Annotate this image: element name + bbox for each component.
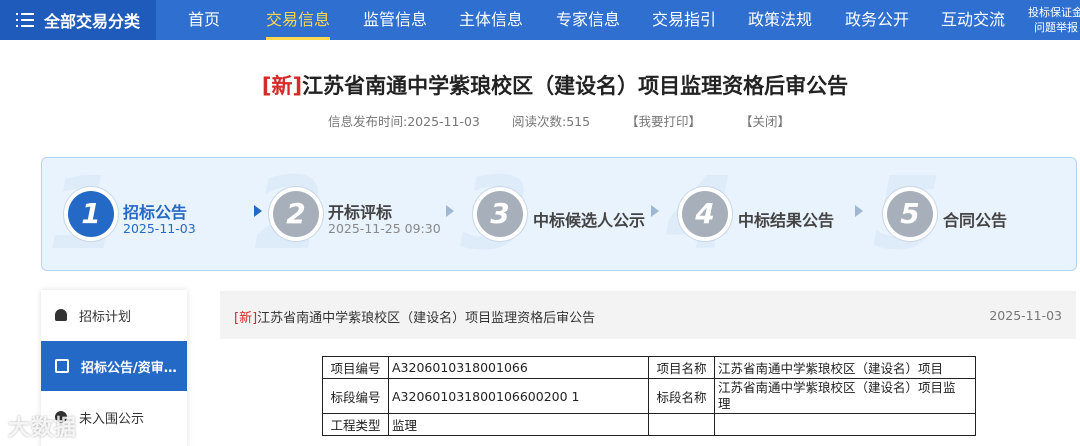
nav-item-policies[interactable]: 政策法规 (748, 0, 812, 40)
page-title: [新]江苏省南通中学紫琅校区（建设名）项目监理资格后审公告 (0, 70, 1080, 100)
publish-time: 信息发布时间:2025-11-03 (328, 114, 480, 129)
sidebar-item-label: 招标公告/资审… (81, 360, 177, 376)
step-arrow-icon (651, 205, 659, 217)
nav-item-trading-info[interactable]: 交易信息 (266, 0, 331, 40)
print-link[interactable]: 【我要打印】 (626, 111, 701, 130)
step-1-circle[interactable]: 1 (68, 191, 114, 237)
new-tag: [新] (261, 74, 303, 98)
nav-item-trading-guide[interactable]: 交易指引 (652, 0, 716, 40)
nav-side-links[interactable]: 投标保证金 问题举报 (1028, 5, 1080, 35)
table-cell (648, 413, 715, 436)
step-4-circle[interactable]: 4 (682, 191, 728, 237)
nav-item-government-affairs[interactable]: 政务公开 (845, 0, 909, 40)
step-2-date: 2025-11-25 09:30 (328, 221, 441, 236)
watermark: 大数据 (8, 416, 78, 441)
table-cell-line: 理 (718, 396, 731, 411)
page-title-text: 江苏省南通中学紫琅校区（建设名）项目监理资格后审公告 (302, 74, 849, 98)
sidebar-item-tender-notice[interactable]: 招标公告/资审… (41, 341, 187, 391)
table-row: 项目编号 A3206010318001066 项目名称 江苏省南通中学紫琅校区（… (322, 356, 976, 379)
sidebar-item-label: 招标计划 (79, 309, 132, 325)
table-cell: A3206010318001066 (388, 356, 649, 379)
new-tag: [新] (234, 311, 258, 326)
table-cell: 标段编号 (322, 378, 389, 414)
table-cell: A320601031800106600200 1 (388, 378, 649, 414)
deposit-link[interactable]: 投标保证金 (1028, 5, 1080, 20)
document-icon (55, 359, 69, 373)
table-cell: 项目编号 (322, 356, 389, 379)
sidebar-item-tender-plan[interactable]: 招标计划 (41, 290, 187, 340)
bell-icon (55, 309, 67, 321)
nav-item-supervision-info[interactable]: 监管信息 (363, 0, 427, 40)
content-title[interactable]: [新]江苏省南通中学紫琅校区（建设名）项目监理资格后审公告 (234, 307, 595, 326)
table-cell: 监理 (388, 413, 649, 436)
project-info-table: 项目编号 A3206010318001066 项目名称 江苏省南通中学紫琅校区（… (322, 356, 976, 436)
all-categories-button[interactable]: 全部交易分类 (0, 0, 156, 40)
report-link[interactable]: 问题举报 (1028, 20, 1080, 35)
step-arrow-icon (446, 205, 454, 217)
process-steps: 1 2 3 4 5 1 招标公告 2025-11-03 2 开标评标 2025-… (41, 157, 1077, 271)
menu-icon (16, 13, 34, 27)
table-cell: 标段名称 (648, 378, 715, 414)
table-cell: 江苏省南通中学紫琅校区（建设名）项目 (714, 356, 976, 379)
sidebar-item-label: 未入围公示 (79, 411, 145, 427)
nav-item-home[interactable]: 首页 (188, 0, 220, 40)
step-arrow-icon (855, 205, 863, 217)
content-header: [新]江苏省南通中学紫琅校区（建设名）项目监理资格后审公告 2025-11-03 (220, 291, 1076, 339)
step-1-date: 2025-11-03 (123, 221, 196, 236)
nav-item-interaction[interactable]: 互动交流 (941, 0, 1005, 40)
table-cell: 江苏省南通中学紫琅校区（建设名）项目监理 (714, 378, 976, 414)
table-cell (714, 413, 976, 436)
step-2-circle[interactable]: 2 (273, 191, 319, 237)
table-row: 工程类型 监理 (322, 413, 976, 436)
close-link[interactable]: 【关闭】 (740, 111, 790, 130)
read-count: 阅读次数:515 (512, 114, 591, 129)
nav-item-entity-info[interactable]: 主体信息 (459, 0, 523, 40)
all-categories-label: 全部交易分类 (44, 12, 141, 31)
content-title-text: 江苏省南通中学紫琅校区（建设名）项目监理资格后审公告 (257, 311, 596, 326)
table-cell: 项目名称 (648, 356, 715, 379)
step-5-label[interactable]: 合同公告 (943, 207, 1007, 231)
table-cell-line: 江苏省南通中学紫琅校区（建设名）项目监 (718, 380, 956, 395)
step-1-label[interactable]: 招标公告 (123, 199, 187, 223)
step-5-circle[interactable]: 5 (887, 191, 933, 237)
step-3-label[interactable]: 中标候选人公示 (533, 207, 645, 231)
table-cell: 工程类型 (322, 413, 389, 436)
nav-item-expert-info[interactable]: 专家信息 (556, 0, 620, 40)
step-2-label[interactable]: 开标评标 (328, 199, 392, 223)
step-arrow-icon (254, 205, 262, 217)
table-row: 标段编号 A320601031800106600200 1 标段名称 江苏省南通… (322, 378, 976, 414)
top-navigation: 全部交易分类 首页 交易信息 监管信息 主体信息 专家信息 交易指引 政策法规 … (0, 0, 1080, 40)
step-3-circle[interactable]: 3 (477, 191, 523, 237)
content-date: 2025-11-03 (989, 308, 1062, 323)
step-4-label[interactable]: 中标结果公告 (738, 207, 834, 231)
